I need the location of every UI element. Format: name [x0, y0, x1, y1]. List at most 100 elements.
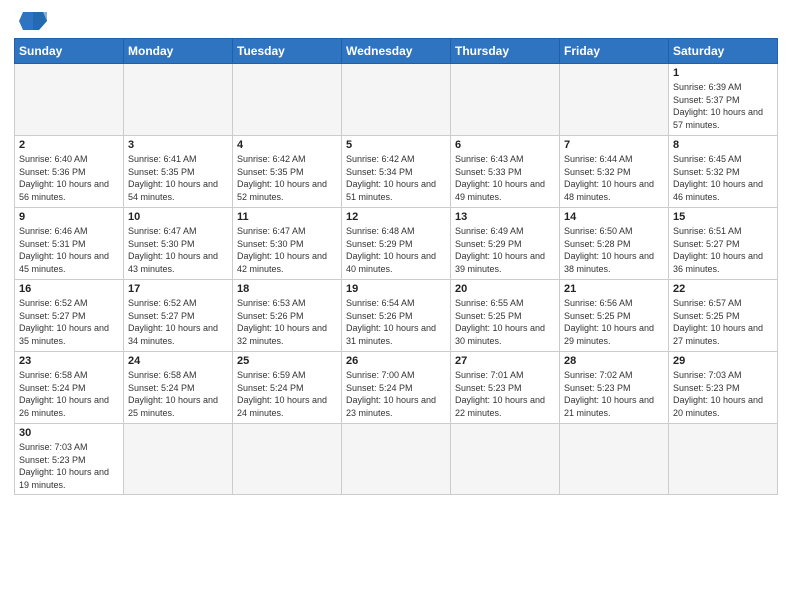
- day-info: Sunrise: 6:46 AM Sunset: 5:31 PM Dayligh…: [19, 225, 119, 275]
- day-number: 13: [455, 211, 555, 223]
- day-number: 22: [673, 283, 773, 295]
- day-info: Sunrise: 6:39 AM Sunset: 5:37 PM Dayligh…: [673, 81, 773, 131]
- calendar-cell: [451, 424, 560, 495]
- calendar-cell: [233, 424, 342, 495]
- day-info: Sunrise: 6:58 AM Sunset: 5:24 PM Dayligh…: [19, 369, 119, 419]
- calendar-cell: [124, 64, 233, 136]
- calendar-cell: 26 Sunrise: 7:00 AM Sunset: 5:24 PM Dayli…: [342, 352, 451, 424]
- day-info: Sunrise: 6:54 AM Sunset: 5:26 PM Dayligh…: [346, 297, 446, 347]
- calendar-cell: 11Sunrise: 6:47 AM Sunset: 5:30 PM Dayli…: [233, 208, 342, 280]
- day-info: Sunrise: 6:53 AM Sunset: 5:26 PM Dayligh…: [237, 297, 337, 347]
- day-number: 5: [346, 139, 446, 151]
- day-number: 20: [455, 283, 555, 295]
- day-info: Sunrise: 6:41 AM Sunset: 5:35 PM Dayligh…: [128, 153, 228, 203]
- day-info: Sunrise: 6:45 AM Sunset: 5:32 PM Dayligh…: [673, 153, 773, 203]
- header: [14, 10, 778, 32]
- day-info: Sunrise: 6:52 AM Sunset: 5:27 PM Dayligh…: [128, 297, 228, 347]
- day-number: 23: [19, 355, 119, 367]
- logo-icon: [19, 10, 47, 32]
- day-number: 29: [673, 355, 773, 367]
- day-info: Sunrise: 6:56 AM Sunset: 5:25 PM Dayligh…: [564, 297, 664, 347]
- day-number: 10: [128, 211, 228, 223]
- calendar-cell: 17 Sunrise: 6:52 AM Sunset: 5:27 PM Dayli…: [124, 280, 233, 352]
- calendar-cell: 20 Sunrise: 6:55 AM Sunset: 5:25 PM Dayli…: [451, 280, 560, 352]
- calendar-cell: 28Sunrise: 7:02 AM Sunset: 5:23 PM Dayli…: [560, 352, 669, 424]
- day-info: Sunrise: 6:44 AM Sunset: 5:32 PM Dayligh…: [564, 153, 664, 203]
- day-number: 16: [19, 283, 119, 295]
- day-number: 4: [237, 139, 337, 151]
- day-number: 25: [237, 355, 337, 367]
- calendar-cell: 18 Sunrise: 6:53 AM Sunset: 5:26 PM Dayli…: [233, 280, 342, 352]
- day-number: 18: [237, 283, 337, 295]
- day-number: 14: [564, 211, 664, 223]
- day-info: Sunrise: 6:49 AM Sunset: 5:29 PM Dayligh…: [455, 225, 555, 275]
- day-number: 19: [346, 283, 446, 295]
- calendar-cell: [560, 64, 669, 136]
- weekday-header-tuesday: Tuesday: [233, 39, 342, 64]
- day-info: Sunrise: 7:03 AM Sunset: 5:23 PM Dayligh…: [19, 441, 119, 491]
- day-info: Sunrise: 6:40 AM Sunset: 5:36 PM Dayligh…: [19, 153, 119, 203]
- calendar-cell: 19 Sunrise: 6:54 AM Sunset: 5:26 PM Dayli…: [342, 280, 451, 352]
- calendar-week-row: 30 Sunrise: 7:03 AM Sunset: 5:23 PM Dayli…: [15, 424, 778, 495]
- calendar-week-row: 16 Sunrise: 6:52 AM Sunset: 5:27 PM Dayli…: [15, 280, 778, 352]
- calendar-cell: 21 Sunrise: 6:56 AM Sunset: 5:25 PM Dayli…: [560, 280, 669, 352]
- weekday-header-saturday: Saturday: [669, 39, 778, 64]
- weekday-header-thursday: Thursday: [451, 39, 560, 64]
- calendar-cell: 5Sunrise: 6:42 AM Sunset: 5:34 PM Daylig…: [342, 136, 451, 208]
- calendar-cell: [451, 64, 560, 136]
- calendar-cell: 15 Sunrise: 6:51 AM Sunset: 5:27 PM Dayli…: [669, 208, 778, 280]
- day-number: 30: [19, 427, 119, 439]
- day-number: 9: [19, 211, 119, 223]
- calendar-cell: [342, 64, 451, 136]
- calendar-week-row: 9 Sunrise: 6:46 AM Sunset: 5:31 PM Daylig…: [15, 208, 778, 280]
- day-info: Sunrise: 6:43 AM Sunset: 5:33 PM Dayligh…: [455, 153, 555, 203]
- day-number: 27: [455, 355, 555, 367]
- day-info: Sunrise: 7:03 AM Sunset: 5:23 PM Dayligh…: [673, 369, 773, 419]
- calendar-cell: [342, 424, 451, 495]
- calendar-cell: 25 Sunrise: 6:59 AM Sunset: 5:24 PM Dayli…: [233, 352, 342, 424]
- calendar-cell: [669, 424, 778, 495]
- calendar-cell: [15, 64, 124, 136]
- day-info: Sunrise: 6:59 AM Sunset: 5:24 PM Dayligh…: [237, 369, 337, 419]
- calendar-week-row: 23 Sunrise: 6:58 AM Sunset: 5:24 PM Dayli…: [15, 352, 778, 424]
- day-number: 17: [128, 283, 228, 295]
- calendar-table: SundayMondayTuesdayWednesdayThursdayFrid…: [14, 38, 778, 495]
- calendar-cell: 6 Sunrise: 6:43 AM Sunset: 5:33 PM Daylig…: [451, 136, 560, 208]
- calendar-cell: 27Sunrise: 7:01 AM Sunset: 5:23 PM Dayli…: [451, 352, 560, 424]
- calendar-cell: 1 Sunrise: 6:39 AM Sunset: 5:37 PM Daylig…: [669, 64, 778, 136]
- day-number: 21: [564, 283, 664, 295]
- calendar-cell: 30 Sunrise: 7:03 AM Sunset: 5:23 PM Dayli…: [15, 424, 124, 495]
- day-info: Sunrise: 7:00 AM Sunset: 5:24 PM Dayligh…: [346, 369, 446, 419]
- calendar-cell: 13 Sunrise: 6:49 AM Sunset: 5:29 PM Dayli…: [451, 208, 560, 280]
- calendar-cell: 16Sunrise: 6:52 AM Sunset: 5:27 PM Dayli…: [15, 280, 124, 352]
- calendar-cell: [233, 64, 342, 136]
- calendar-cell: 24 Sunrise: 6:58 AM Sunset: 5:24 PM Dayli…: [124, 352, 233, 424]
- day-number: 12: [346, 211, 446, 223]
- calendar-cell: 14 Sunrise: 6:50 AM Sunset: 5:28 PM Dayli…: [560, 208, 669, 280]
- day-number: 11: [237, 211, 337, 223]
- page: SundayMondayTuesdayWednesdayThursdayFrid…: [0, 0, 792, 612]
- day-info: Sunrise: 6:47 AM Sunset: 5:30 PM Dayligh…: [128, 225, 228, 275]
- day-number: 1: [673, 67, 773, 79]
- day-number: 7: [564, 139, 664, 151]
- day-info: Sunrise: 6:58 AM Sunset: 5:24 PM Dayligh…: [128, 369, 228, 419]
- calendar-cell: 8 Sunrise: 6:45 AM Sunset: 5:32 PM Daylig…: [669, 136, 778, 208]
- day-info: Sunrise: 6:51 AM Sunset: 5:27 PM Dayligh…: [673, 225, 773, 275]
- calendar-header-row: SundayMondayTuesdayWednesdayThursdayFrid…: [15, 39, 778, 64]
- logo: [14, 10, 47, 32]
- day-number: 26: [346, 355, 446, 367]
- day-number: 6: [455, 139, 555, 151]
- calendar-cell: 29 Sunrise: 7:03 AM Sunset: 5:23 PM Dayli…: [669, 352, 778, 424]
- day-number: 8: [673, 139, 773, 151]
- day-info: Sunrise: 6:57 AM Sunset: 5:25 PM Dayligh…: [673, 297, 773, 347]
- day-number: 24: [128, 355, 228, 367]
- weekday-header-friday: Friday: [560, 39, 669, 64]
- day-info: Sunrise: 6:50 AM Sunset: 5:28 PM Dayligh…: [564, 225, 664, 275]
- day-number: 15: [673, 211, 773, 223]
- calendar-cell: 12 Sunrise: 6:48 AM Sunset: 5:29 PM Dayli…: [342, 208, 451, 280]
- day-info: Sunrise: 6:55 AM Sunset: 5:25 PM Dayligh…: [455, 297, 555, 347]
- day-info: Sunrise: 6:48 AM Sunset: 5:29 PM Dayligh…: [346, 225, 446, 275]
- calendar-cell: 23 Sunrise: 6:58 AM Sunset: 5:24 PM Dayli…: [15, 352, 124, 424]
- day-number: 2: [19, 139, 119, 151]
- calendar-cell: [560, 424, 669, 495]
